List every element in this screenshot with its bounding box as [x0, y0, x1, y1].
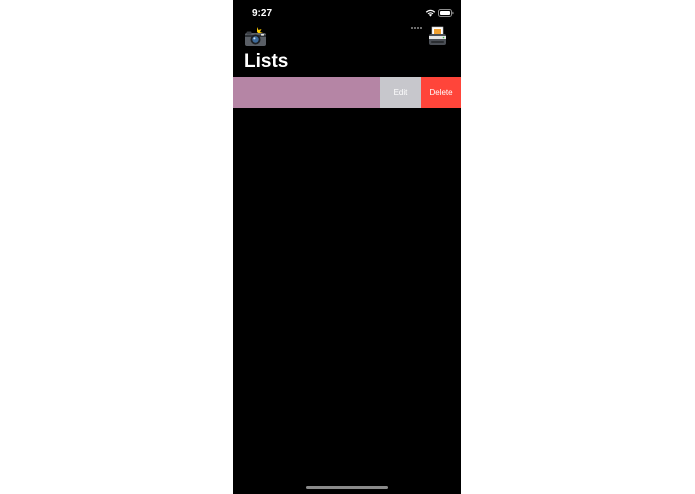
nav-bar — [233, 26, 461, 50]
edit-button[interactable]: Edit — [380, 77, 421, 108]
home-indicator[interactable] — [306, 486, 388, 489]
list-item[interactable]: Edit Delete — [233, 77, 461, 108]
phone-screen: 9:27 Lists Edit Delete — [233, 0, 461, 494]
camera-flash-icon[interactable] — [244, 26, 267, 47]
delete-button[interactable]: Delete — [421, 77, 461, 108]
status-time: 9:27 — [252, 8, 273, 19]
status-bar: 9:27 — [233, 0, 461, 29]
scanner-icon[interactable] — [427, 26, 448, 47]
page-title: Lists — [244, 51, 289, 72]
signal-icon — [411, 11, 423, 29]
wifi-icon — [425, 9, 436, 17]
battery-icon — [438, 9, 454, 17]
list-item-content[interactable] — [233, 77, 380, 108]
